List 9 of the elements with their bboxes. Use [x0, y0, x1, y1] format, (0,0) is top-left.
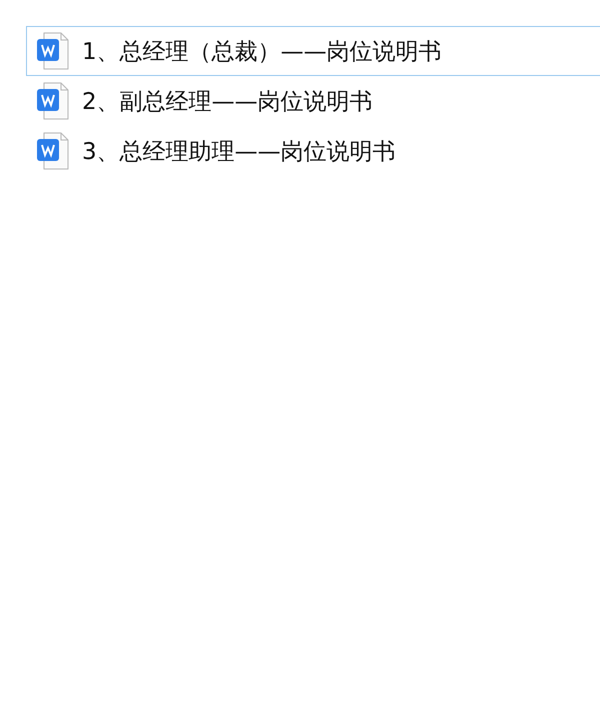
file-name: 2、副总经理——岗位说明书 — [82, 88, 373, 116]
document-icon — [36, 132, 70, 170]
document-icon — [36, 32, 70, 70]
file-item[interactable]: 3、总经理助理——岗位说明书 — [26, 126, 600, 176]
file-name: 3、总经理助理——岗位说明书 — [82, 138, 396, 166]
file-item[interactable]: 2、副总经理——岗位说明书 — [26, 76, 600, 126]
file-item[interactable]: 1、总经理（总裁）——岗位说明书 — [26, 26, 600, 76]
file-name: 1、总经理（总裁）——岗位说明书 — [82, 38, 442, 66]
document-icon — [36, 82, 70, 120]
